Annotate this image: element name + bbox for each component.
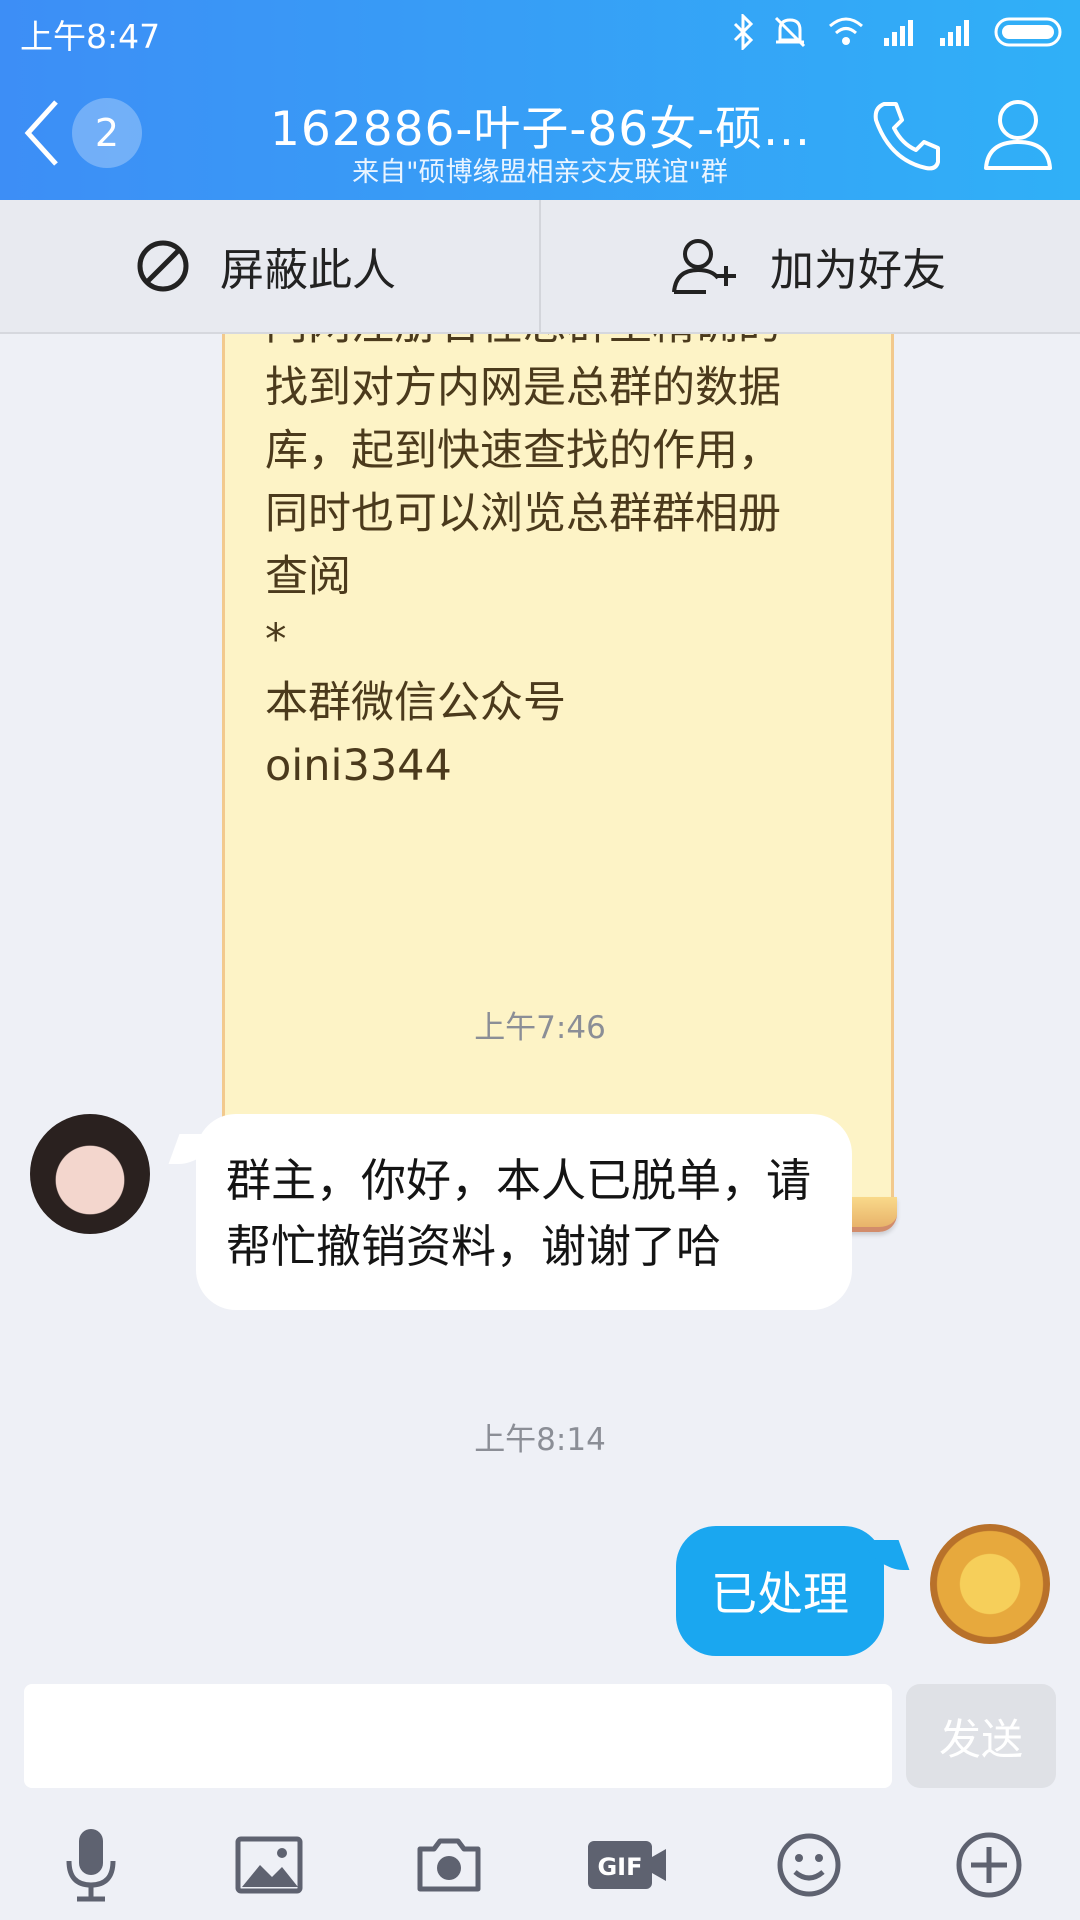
- battery-icon: [994, 17, 1062, 47]
- user-icon: [984, 100, 1052, 170]
- emoji-button[interactable]: [764, 1810, 854, 1920]
- phone-icon: [873, 102, 940, 171]
- sender-avatar[interactable]: [30, 1114, 150, 1234]
- status-icons: [732, 11, 1066, 53]
- message-input[interactable]: [24, 1684, 892, 1788]
- call-button[interactable]: [866, 96, 946, 176]
- outgoing-message-bubble[interactable]: 已处理: [676, 1526, 884, 1656]
- add-friend-button[interactable]: 加为好友: [670, 200, 946, 332]
- profile-button[interactable]: [978, 94, 1058, 174]
- voice-button[interactable]: [46, 1810, 136, 1920]
- add-friend-label: 加为好友: [770, 245, 946, 296]
- more-button[interactable]: [944, 1810, 1034, 1920]
- composer-toolbar: GIF: [0, 1810, 1080, 1920]
- camera-button[interactable]: [404, 1810, 494, 1920]
- back-button[interactable]: 2: [14, 92, 154, 176]
- send-button[interactable]: 发送: [906, 1684, 1056, 1788]
- camera-icon: [417, 1838, 481, 1892]
- block-icon: [137, 240, 189, 292]
- microphone-icon: [66, 1829, 116, 1902]
- signal-icon-1: [884, 20, 913, 46]
- emoji-icon: [777, 1833, 841, 1897]
- image-button[interactable]: [224, 1810, 314, 1920]
- bluetooth-icon: [733, 14, 754, 50]
- chat-title: 162886-叶子-86女-硕...: [270, 102, 810, 157]
- status-bar: 上午8:47: [0, 0, 1080, 62]
- svg-text:GIF: GIF: [597, 1853, 642, 1881]
- message-timestamp: 上午8:14: [474, 1422, 606, 1458]
- gif-icon: GIF: [588, 1841, 666, 1889]
- message-timestamp: 上午7:46: [474, 1010, 606, 1046]
- my-avatar[interactable]: [930, 1524, 1050, 1644]
- block-user-button[interactable]: 屏蔽此人: [136, 200, 396, 332]
- gif-button[interactable]: GIF: [582, 1810, 672, 1920]
- unread-badge: 2: [72, 98, 142, 168]
- action-divider: [539, 200, 541, 332]
- chat-messages[interactable]: 内网注册名在总群里精确的 找到对方内网是总群的数据 库，起到快速查找的作用， 同…: [0, 334, 1080, 1680]
- notice-message-card[interactable]: 内网注册名在总群里精确的 找到对方内网是总群的数据 库，起到快速查找的作用， 同…: [221, 334, 897, 1232]
- chat-header: 上午8:47 2 162886-叶子-86女-硕... 来自"硕博缘盟相亲交友联…: [0, 0, 1080, 200]
- block-user-label: 屏蔽此人: [220, 245, 396, 296]
- signal-icon-2: [940, 20, 969, 46]
- notice-text: 内网注册名在总群里精确的 找到对方内网是总群的数据 库，起到快速查找的作用， 同…: [265, 334, 781, 791]
- status-time: 上午8:47: [20, 17, 161, 56]
- image-icon: [235, 1836, 303, 1894]
- wifi-icon: [829, 17, 863, 45]
- mute-icon: [774, 16, 806, 48]
- chat-subtitle: 来自"硕博缘盟相亲交友联谊"群: [352, 157, 728, 188]
- plus-icon: [956, 1832, 1022, 1898]
- chevron-left-icon: [24, 100, 58, 166]
- incoming-message-bubble[interactable]: 群主，你好，本人已脱单，请帮忙撤销资料，谢谢了哈: [196, 1114, 852, 1310]
- composer: 发送 GIF: [0, 1680, 1080, 1920]
- contact-action-bar: 屏蔽此人 加为好友: [0, 200, 1080, 334]
- add-user-icon: [672, 239, 736, 294]
